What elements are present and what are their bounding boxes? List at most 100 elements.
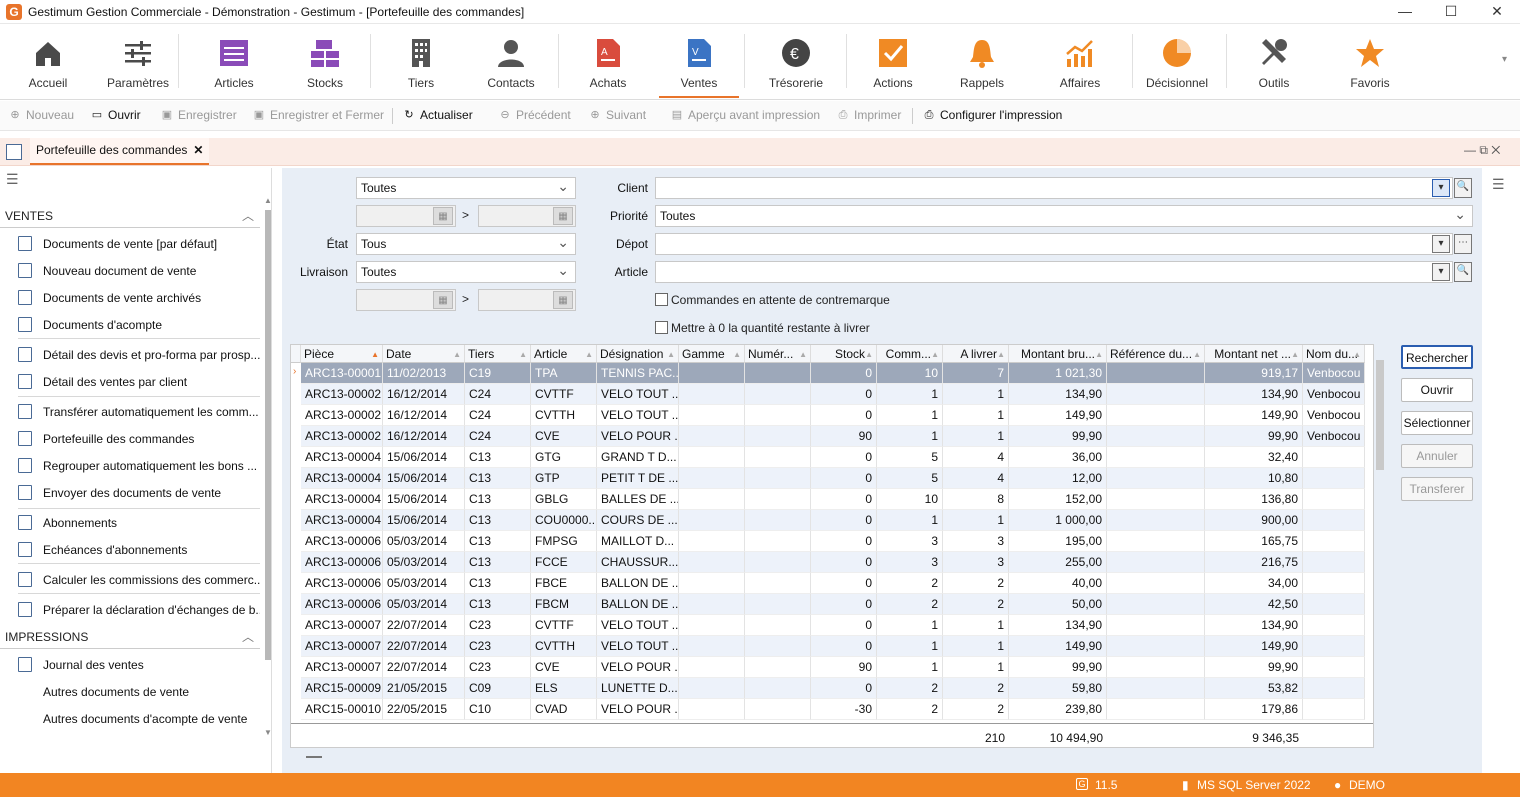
depot-more-icon[interactable]: ⋯ — [1454, 234, 1472, 254]
calendar-icon[interactable]: ▦ — [553, 291, 573, 309]
depot-dropdown-icon[interactable]: ▾ — [1432, 235, 1450, 253]
depot-input[interactable]: ▾ — [655, 233, 1453, 255]
toolbar-ouvrir[interactable]: ▭ Ouvrir — [90, 108, 141, 122]
scroll-thumb[interactable] — [265, 210, 271, 660]
chevron-up-icon[interactable]: ︿ — [242, 207, 254, 224]
table-row[interactable]: ARC13-00007 22/07/2014 C23 CVTTH VELO TOUT .… — [291, 636, 1365, 657]
table-row[interactable]: ARC13-00006 05/03/2014 C13 FBCE BALLON DE ..… — [291, 573, 1365, 594]
sidebar-item[interactable]: Autres documents de vente — [18, 679, 260, 705]
column-header[interactable]: Tiers ▲ — [465, 345, 531, 363]
sidebar-item[interactable]: Autres documents d'acompte de vente — [18, 706, 260, 732]
sort-icon[interactable]: ▲ — [1291, 350, 1299, 359]
sidebar-item[interactable]: Envoyer des documents de vente — [18, 480, 260, 506]
sidebar-item[interactable]: Documents de vente [par défaut] — [18, 231, 260, 257]
date-to-2[interactable]: ▦ — [478, 289, 576, 311]
toolbar-suivant[interactable]: ⊕ Suivant — [588, 108, 646, 122]
tab-portefeuille[interactable]: Portefeuille des commandes ✕ — [30, 138, 210, 165]
slectionner-button[interactable]: Sélectionner — [1401, 411, 1473, 435]
right-menu-icon[interactable]: ☰ — [1492, 176, 1505, 193]
sort-icon[interactable]: ▲ — [865, 350, 873, 359]
ribbon-articles[interactable]: Articles — [188, 24, 280, 96]
etat-select[interactable]: Tous — [356, 233, 576, 255]
sidebar-item[interactable]: Calculer les commissions des commerc... — [18, 567, 260, 593]
sort-icon[interactable]: ▲ — [799, 350, 807, 359]
toolbar-imprimer[interactable]: ⎙ Imprimer — [836, 108, 902, 122]
column-header[interactable]: Montant net ... ▲ — [1205, 345, 1303, 363]
table-row[interactable]: › ARC13-00001 11/02/2013 C19 TPA TENNIS PAC..… — [291, 363, 1365, 384]
article-search-icon[interactable]: 🔍 — [1454, 262, 1472, 282]
rechercher-button[interactable]: Rechercher — [1401, 345, 1473, 369]
ribbon-actions[interactable]: Actions — [844, 24, 942, 96]
hamburger-menu-icon[interactable]: ☰ — [6, 172, 19, 186]
sidebar-item[interactable]: Echéances d'abonnements — [18, 537, 260, 563]
column-header[interactable]: Date ▲ — [383, 345, 465, 363]
table-row[interactable]: ARC13-00004 15/06/2014 C13 GBLG BALLES DE ..… — [291, 489, 1365, 510]
orders-grid[interactable]: Pièce ▲ Date ▲ Tiers ▲ Article ▲ Désignation ▲ Gam… — [290, 344, 1374, 748]
sort-icon[interactable]: ▲ — [1353, 350, 1361, 359]
client-input[interactable]: ▾ — [655, 177, 1453, 199]
toolbar-enregistrer-et-fermer[interactable]: ▣ Enregistrer et Fermer — [252, 108, 384, 122]
toolbar-pr-c-dent[interactable]: ⊖ Précédent — [498, 108, 570, 122]
ribbon-trsorerie[interactable]: € Trésorerie — [748, 24, 844, 96]
sidebar-section-impressions[interactable]: IMPRESSIONS ︿ — [0, 625, 260, 649]
ribbon-ventes[interactable]: V Ventes — [656, 24, 742, 96]
sidebar-item[interactable]: Nouveau document de vente — [18, 258, 260, 284]
contremarque-checkbox[interactable] — [655, 293, 668, 306]
column-header[interactable]: Référence du... ▲ — [1107, 345, 1205, 363]
sort-icon[interactable]: ▲ — [585, 350, 593, 359]
sort-asc-icon[interactable]: ▲ — [371, 350, 379, 359]
column-header[interactable]: Comm... ▲ — [877, 345, 943, 363]
table-row[interactable]: ARC13-00002 16/12/2014 C24 CVE VELO POUR ...… — [291, 426, 1365, 447]
sidebar-item[interactable]: Détail des devis et pro-forma par prosp.… — [18, 342, 260, 368]
column-header[interactable]: Article ▲ — [531, 345, 597, 363]
table-row[interactable]: ARC13-00004 15/06/2014 C13 GTG GRAND T D... 0… — [291, 447, 1365, 468]
table-row[interactable]: ARC15-00010 22/05/2015 C10 CVAD VELO POUR ..… — [291, 699, 1365, 720]
period-select[interactable]: Toutes — [356, 177, 576, 199]
table-row[interactable]: ARC13-00007 22/07/2014 C23 CVE VELO POUR ...… — [291, 657, 1365, 678]
client-dropdown-icon[interactable]: ▾ — [1432, 179, 1450, 197]
sort-icon[interactable]: ▲ — [733, 350, 741, 359]
table-row[interactable]: ARC13-00007 22/07/2014 C23 CVTTF VELO TOUT .… — [291, 615, 1365, 636]
ribbon-tiers[interactable]: Tiers — [374, 24, 468, 96]
column-header[interactable]: Stock ▲ — [811, 345, 877, 363]
minimize-icon[interactable]: — — [1382, 0, 1428, 24]
ribbon-paramtres[interactable]: Paramètres — [100, 24, 176, 96]
sort-icon[interactable]: ▲ — [1095, 350, 1103, 359]
sidebar-section-ventes[interactable]: VENTES ︿ — [0, 204, 260, 228]
livraison-select[interactable]: Toutes — [356, 261, 576, 283]
table-row[interactable]: ARC13-00006 05/03/2014 C13 FCCE CHAUSSUR... 0… — [291, 552, 1365, 573]
article-dropdown-icon[interactable]: ▾ — [1432, 263, 1450, 281]
ribbon-affaires[interactable]: Affaires — [1030, 24, 1130, 96]
client-search-icon[interactable]: 🔍 — [1454, 178, 1472, 198]
toolbar-enregistrer[interactable]: ▣ Enregistrer — [160, 108, 237, 122]
toolbar-aper-u-avant-impression[interactable]: ▤ Aperçu avant impression — [670, 108, 820, 122]
chevron-up-icon[interactable]: ︿ — [242, 628, 254, 645]
priorite-select[interactable]: Toutes — [655, 205, 1473, 227]
column-header[interactable]: Gamme ▲ — [679, 345, 745, 363]
ribbon-outils[interactable]: Outils — [1226, 24, 1322, 96]
ouvrir-button[interactable]: Ouvrir — [1401, 378, 1473, 402]
sidebar-item[interactable]: Documents de vente archivés — [18, 285, 260, 311]
reset-qty-checkbox[interactable] — [655, 321, 668, 334]
article-input[interactable]: ▾ — [655, 261, 1453, 283]
sort-icon[interactable]: ▲ — [519, 350, 527, 359]
table-row[interactable]: ARC13-00002 16/12/2014 C24 CVTTF VELO TOUT .… — [291, 384, 1365, 405]
maximize-icon[interactable]: ☐ — [1428, 0, 1474, 24]
grid-scrollbar[interactable] — [1376, 360, 1384, 470]
ribbon-rappels[interactable]: Rappels — [934, 24, 1030, 96]
sidebar-item[interactable]: Transférer automatiquement les comm... — [18, 399, 260, 425]
toolbar-actualiser[interactable]: ↻ Actualiser — [402, 108, 472, 122]
calendar-icon[interactable]: ▦ — [433, 291, 453, 309]
column-header[interactable]: A livrer ▲ — [943, 345, 1009, 363]
toolbar-nouveau[interactable]: ⊕ Nouveau — [8, 108, 74, 122]
table-row[interactable]: ARC13-00006 05/03/2014 C13 FMPSG MAILLOT D..… — [291, 531, 1365, 552]
column-header[interactable]: Numér... ▲ — [745, 345, 811, 363]
sort-icon[interactable]: ▲ — [1193, 350, 1201, 359]
column-header[interactable]: Pièce ▲ — [301, 345, 383, 363]
ribbon-achats[interactable]: A Achats — [560, 24, 656, 96]
annuler-button[interactable]: Annuler — [1401, 444, 1473, 468]
scroll-up-icon[interactable]: ▲ — [264, 196, 272, 205]
scroll-down-icon[interactable]: ▼ — [264, 728, 272, 737]
ribbon-contacts[interactable]: Contacts — [466, 24, 556, 96]
table-row[interactable]: ARC13-00006 05/03/2014 C13 FBCM BALLON DE ..… — [291, 594, 1365, 615]
